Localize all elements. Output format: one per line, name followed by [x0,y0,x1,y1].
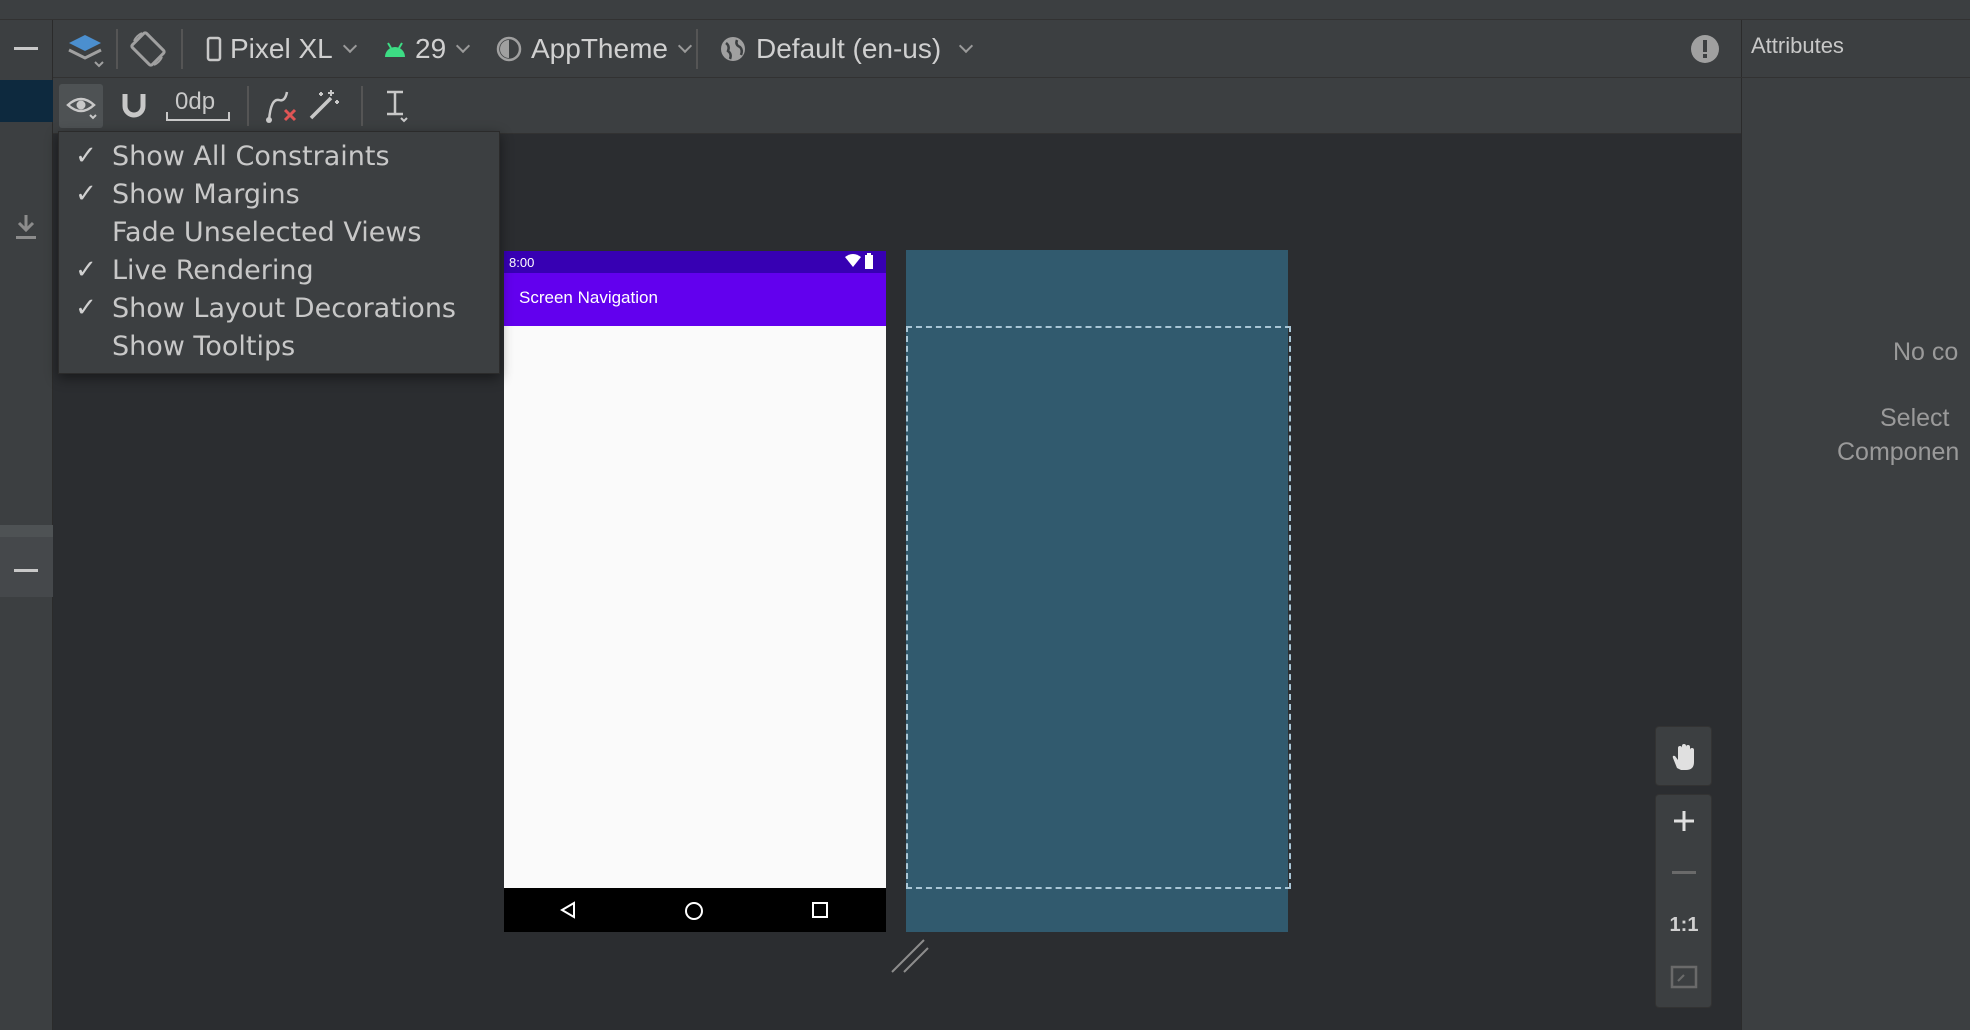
zoom-to-fit-button[interactable] [1656,951,1712,1003]
design-toolbar: Pixel XL 29 AppTheme Default (en-us) [53,20,1741,78]
blueprint-content-outline [906,326,1291,889]
zoom-controls: 1:1 [1655,794,1712,1008]
resize-handle-icon[interactable] [890,938,930,974]
theme-selector[interactable]: AppTheme [495,29,693,69]
guideline-icon [387,90,408,123]
zoom-in-button[interactable] [1656,795,1712,847]
chevron-down-icon [677,38,693,54]
globe-icon [721,37,745,61]
minus-icon [1672,871,1696,874]
collapse-palette-button[interactable] [0,20,53,78]
orientation-button[interactable] [128,29,168,69]
attributes-panel [1741,20,1970,1030]
api-level-label: 29 [415,33,447,64]
menu-item-label: Show Tooltips [112,330,296,362]
magic-wand-icon [309,90,339,120]
locale-label: Default (en-us) [756,33,942,64]
separator [361,86,363,126]
layers-icon [68,35,104,68]
autoconnect-toggle[interactable] [119,90,149,125]
fit-screen-icon [1670,965,1698,989]
separator [116,29,118,69]
plus-icon [1674,811,1694,831]
navigation-bar [504,888,886,932]
actual-size-label: 1:1 [1669,913,1699,936]
check-icon: ✓ [75,293,97,323]
status-bar [504,251,886,273]
minus-icon [14,569,38,572]
app-title: Screen Navigation [519,288,658,307]
back-icon [560,901,575,919]
warning-icon [1691,35,1719,63]
attributes-empty-message: No co [1893,338,1959,366]
attributes-hint-line1: Select [1880,404,1950,432]
constraint-toolbar: 0dp [53,78,1741,134]
api-level-selector[interactable]: 29 [383,29,471,69]
check-icon: ✓ [75,141,97,171]
home-icon [685,902,703,920]
device-selector[interactable]: Pixel XL [206,29,357,69]
menu-item-label: Show Margins [112,178,300,210]
clear-constraints-icon [266,91,297,123]
margin-bracket-icon [166,112,230,121]
menu-item-show-margins[interactable]: ✓ Show Margins [59,175,499,213]
clear-constraints-button[interactable] [263,88,299,129]
separator [696,29,698,69]
menu-item-fade-unselected-views[interactable]: Fade Unselected Views [59,213,499,251]
wifi-icon [845,254,861,267]
pan-tool-group [1655,726,1712,786]
phone-icon [206,36,222,62]
issues-button[interactable] [1690,29,1720,69]
menu-item-show-all-constraints[interactable]: ✓ Show All Constraints [59,137,499,175]
default-margin-selector[interactable]: 0dp [165,88,231,122]
attributes-hint-line2: Componen [1837,438,1960,466]
status-time: 8:00 [509,255,535,270]
hand-icon [1672,744,1694,770]
separator [247,86,249,126]
guidelines-button[interactable] [383,88,413,129]
palette-selected-strip[interactable] [0,80,53,122]
menu-item-label: Live Rendering [112,254,314,286]
separator [181,29,183,69]
menu-item-show-tooltips[interactable]: Show Tooltips [59,327,499,365]
attributes-title: Attributes [1751,33,1844,58]
chevron-down-icon [456,38,471,54]
theme-label: AppTheme [531,33,668,64]
theme-icon [496,36,522,62]
menu-item-label: Show All Constraints [112,140,390,172]
component-tree-collapse-button[interactable] [0,525,53,597]
chevron-down-icon [959,38,974,54]
eye-icon [66,97,97,120]
menu-item-live-rendering[interactable]: ✓ Live Rendering [59,251,499,289]
chevron-down-icon [342,38,357,54]
check-icon: ✓ [75,179,97,209]
android-icon [385,42,405,57]
locale-selector[interactable]: Default (en-us) [718,29,974,69]
actual-size-button[interactable]: 1:1 [1656,899,1712,951]
zoom-out-button[interactable] [1656,847,1712,899]
menu-item-show-layout-decorations[interactable]: ✓ Show Layout Decorations [59,289,499,327]
device-label: Pixel XL [230,33,333,64]
menu-item-label: Fade Unselected Views [112,216,422,248]
battery-icon [865,253,873,269]
check-icon: ✓ [75,255,97,285]
menu-item-label: Show Layout Decorations [112,292,456,324]
top-strip [0,0,1970,20]
minus-icon [14,47,38,50]
design-surface-button[interactable] [65,29,105,69]
view-options-menu: ✓ Show All Constraints ✓ Show Margins Fa… [58,131,500,374]
view-options-button[interactable] [59,84,103,128]
magnet-icon [122,94,146,118]
design-preview[interactable] [504,251,886,932]
recents-icon [812,902,828,918]
rotate-icon [130,31,166,67]
download-icon[interactable] [14,212,38,242]
pan-button[interactable] [1656,731,1712,783]
infer-constraints-button[interactable] [307,88,341,127]
